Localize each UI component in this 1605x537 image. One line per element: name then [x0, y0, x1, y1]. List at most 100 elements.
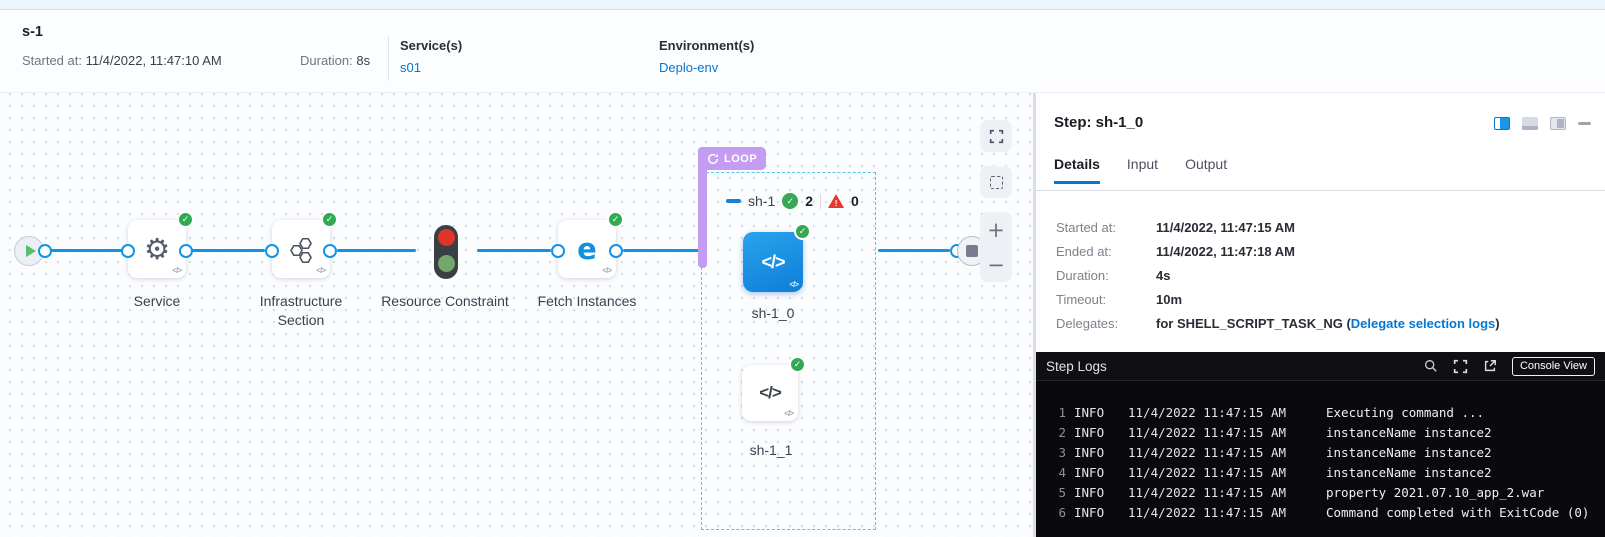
zoom-out-button[interactable]: − [980, 247, 1012, 282]
environment-link[interactable]: Deplo-env [659, 60, 718, 75]
node-sh-1-0[interactable]: </> ✓ </> [743, 232, 803, 292]
canvas-fullscreen-button[interactable] [980, 120, 1012, 152]
log-message: instanceName instance2 [1326, 425, 1492, 440]
success-badge-icon: ✓ [177, 211, 194, 228]
log-message: Command completed with ExitCode (0) [1326, 505, 1589, 520]
detail-value: 10m [1156, 292, 1182, 307]
execution-screen: s-1 Started at: 11/4/2022, 11:47:10 AM D… [0, 0, 1605, 537]
node-label-infrastructure: Infrastructure Section [236, 292, 366, 330]
shell-script-icon: </> [759, 383, 781, 403]
layout-bottom-view-icon[interactable] [1522, 117, 1538, 130]
layout-right-view-icon[interactable] [1494, 117, 1510, 130]
success-badge-icon: ✓ [789, 356, 806, 373]
canvas-zoom-control: + − [980, 212, 1012, 282]
duration-label: Duration: [300, 53, 353, 68]
success-badge-icon: ✓ [321, 211, 338, 228]
log-line: 2 INFO 11/4/2022 11:47:15 AM instanceNam… [1036, 422, 1605, 442]
code-mini-icon: </> [316, 266, 325, 275]
search-icon[interactable] [1424, 359, 1438, 373]
log-timestamp: 11/4/2022 11:47:15 AM [1128, 425, 1314, 440]
panel-tabs: Details Input Output [1054, 156, 1227, 184]
node-label-sh-1-0: sh-1_0 [708, 304, 838, 323]
started-at-value: 11/4/2022, 11:47:10 AM [86, 53, 222, 68]
node-resource-constraint[interactable] [434, 225, 458, 279]
loop-group-name: sh-1 [748, 193, 775, 209]
detail-label: Timeout: [1056, 292, 1156, 307]
connector-dot [38, 244, 52, 258]
duration-row: Duration: 8s [300, 53, 370, 68]
log-level: INFO [1074, 405, 1120, 420]
pipeline-graph-canvas[interactable]: ⚙ ✓ </> Service ✓ </> Infrastructure Sec… [0, 93, 1033, 537]
canvas-select-button[interactable] [980, 166, 1012, 198]
log-level: INFO [1074, 425, 1120, 440]
log-line: 5 INFO 11/4/2022 11:47:15 AM property 20… [1036, 482, 1605, 502]
step-logs-actions: Console View [1424, 357, 1595, 376]
code-mini-icon: </> [789, 280, 798, 289]
node-service[interactable]: ⚙ ✓ </> [128, 220, 186, 278]
success-count: 2 [805, 193, 813, 209]
detail-value: 4s [1156, 268, 1170, 283]
log-line-number: 3 [1036, 445, 1066, 460]
success-badge-icon: ✓ [607, 211, 624, 228]
step-details-panel: Step: sh-1_0 Details Input Output Starte… [1033, 93, 1605, 537]
detail-row-ended: Ended at: 11/4/2022, 11:47:18 AM [1056, 239, 1597, 263]
tab-input[interactable]: Input [1127, 156, 1158, 184]
log-timestamp: 11/4/2022 11:47:15 AM [1128, 485, 1314, 500]
hexagons-icon [286, 234, 316, 264]
delegate-selection-logs-link[interactable]: Delegate selection logs [1351, 316, 1496, 331]
execution-header: s-1 Started at: 11/4/2022, 11:47:10 AM D… [0, 11, 1605, 93]
code-mini-icon: </> [172, 266, 181, 275]
detail-value: 11/4/2022, 11:47:15 AM [1156, 220, 1295, 235]
traffic-light-red-icon [438, 229, 455, 246]
step-logs-header: Step Logs [1036, 352, 1605, 381]
console-view-button[interactable]: Console View [1512, 357, 1595, 376]
failure-count: 0 [851, 193, 859, 209]
step-logs-title: Step Logs [1046, 359, 1107, 374]
services-label: Service(s) [400, 38, 462, 53]
log-level: INFO [1074, 445, 1120, 460]
log-level: INFO [1074, 485, 1120, 500]
log-line-number: 4 [1036, 465, 1066, 480]
detail-row-started: Started at: 11/4/2022, 11:47:15 AM [1056, 215, 1597, 239]
log-message: instanceName instance2 [1326, 445, 1492, 460]
loop-group-header: sh-1 ✓ 2 ! 0 [726, 192, 859, 210]
marquee-icon [990, 176, 1003, 189]
detail-label: Duration: [1056, 268, 1156, 283]
log-level: INFO [1074, 465, 1120, 480]
service-link[interactable]: s01 [400, 60, 421, 75]
edge [48, 249, 123, 252]
node-label-resource-constraint: Resource Constraint [380, 292, 510, 311]
node-fetch-instances[interactable]: e ✓ </> [558, 220, 616, 278]
detail-label: Delegates: [1056, 316, 1156, 331]
fullscreen-icon [989, 129, 1004, 144]
duration-value: 8s [356, 53, 370, 68]
code-mini-icon: </> [784, 409, 793, 418]
edge [191, 249, 265, 252]
log-line-number: 5 [1036, 485, 1066, 500]
success-badge-icon: ✓ [794, 223, 811, 240]
tab-output[interactable]: Output [1185, 156, 1227, 184]
tab-details[interactable]: Details [1054, 156, 1100, 184]
open-in-new-tab-icon[interactable] [1483, 359, 1497, 373]
collapse-icon[interactable] [726, 199, 741, 203]
pipeline-name: s-1 [22, 24, 43, 40]
log-level: INFO [1074, 505, 1120, 520]
edge [337, 249, 416, 252]
log-line: 3 INFO 11/4/2022 11:47:15 AM instanceNam… [1036, 442, 1605, 462]
zoom-in-button[interactable]: + [980, 212, 1012, 247]
count-separator [820, 194, 821, 209]
shell-script-icon: </> [761, 252, 784, 273]
minimize-panel-icon[interactable] [1578, 122, 1591, 125]
log-timestamp: 11/4/2022 11:47:15 AM [1128, 465, 1314, 480]
detail-row-duration: Duration: 4s [1056, 263, 1597, 287]
gear-icon: ⚙ [144, 235, 170, 264]
traffic-light-green-icon [438, 255, 455, 272]
connector-dot [121, 244, 135, 258]
expand-logs-icon[interactable] [1453, 359, 1468, 374]
step-logs-body[interactable]: 1 INFO 11/4/2022 11:47:15 AM Executing c… [1036, 381, 1605, 537]
node-infrastructure[interactable]: ✓ </> [272, 220, 330, 278]
node-sh-1-1[interactable]: </> ✓ </> [742, 365, 798, 421]
layout-minimized-view-icon[interactable] [1550, 117, 1566, 130]
header-divider [388, 36, 389, 81]
detail-row-delegates: Delegates: for SHELL_SCRIPT_TASK_NG (Del… [1056, 311, 1597, 335]
